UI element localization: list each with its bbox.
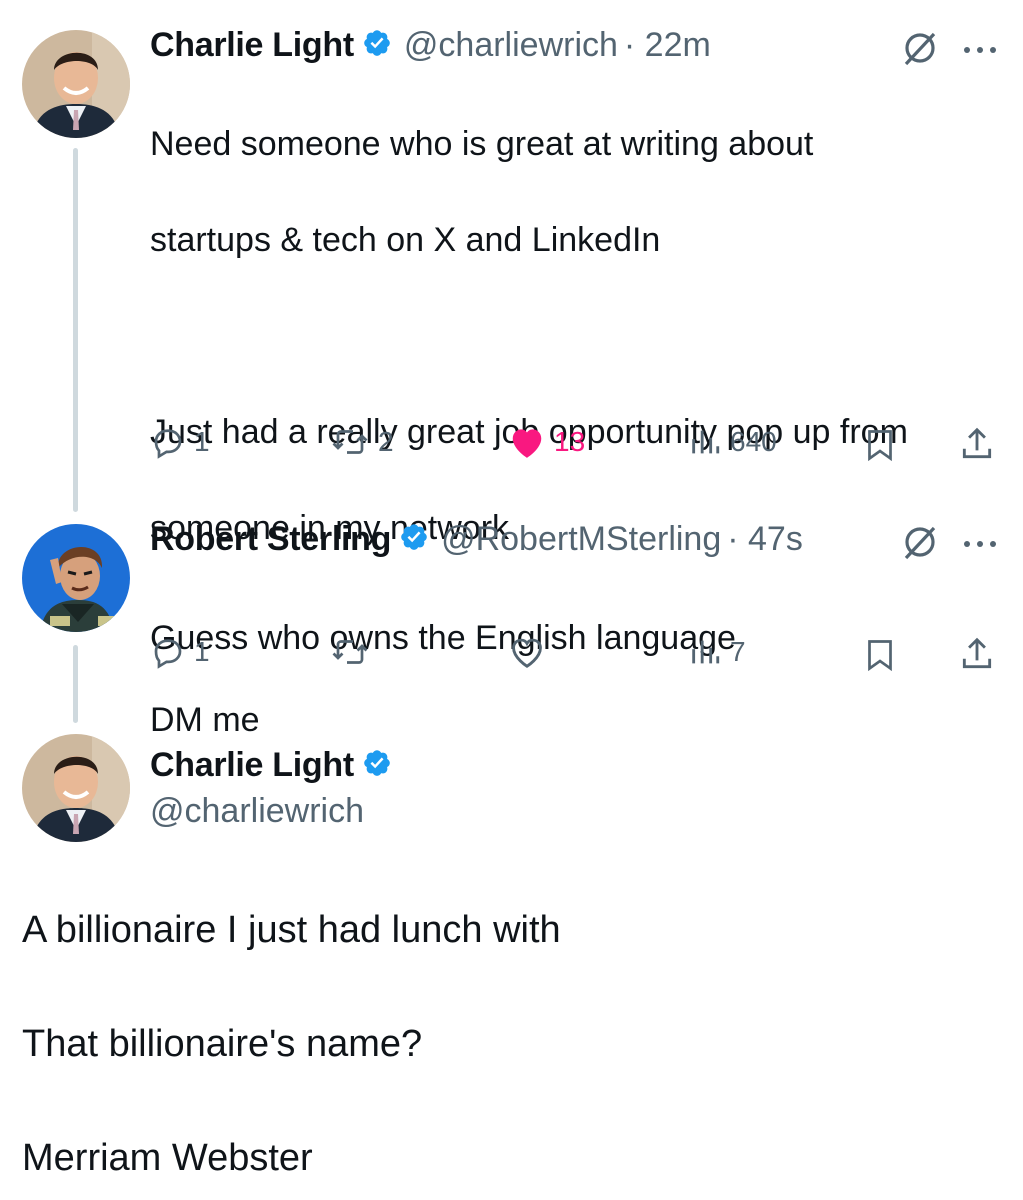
thread-connector bbox=[73, 645, 78, 723]
share-icon[interactable] bbox=[958, 634, 996, 679]
tweet-line: startups & tech on X and LinkedIn bbox=[150, 221, 661, 259]
verified-badge-icon bbox=[362, 28, 392, 63]
view-count: 640 bbox=[730, 426, 777, 457]
verified-badge-icon bbox=[362, 748, 392, 783]
timestamp[interactable]: · 22m bbox=[624, 26, 711, 65]
reply-icon bbox=[154, 429, 182, 459]
reply-icon bbox=[154, 639, 182, 669]
view-count: 7 bbox=[730, 636, 746, 667]
repost-icon bbox=[332, 430, 368, 454]
reply-button[interactable]: 1 bbox=[150, 634, 210, 670]
like-button[interactable] bbox=[508, 634, 546, 670]
reply-button[interactable]: 1 bbox=[150, 424, 210, 460]
author-handle[interactable]: @charliewrich bbox=[404, 26, 618, 65]
more-options-icon[interactable] bbox=[962, 42, 998, 60]
author-handle[interactable]: @RobertMSterling bbox=[441, 520, 721, 559]
focused-tweet-body: A billionaire I just had lunch with That… bbox=[22, 906, 561, 1182]
avatar[interactable] bbox=[22, 734, 130, 842]
views-icon bbox=[692, 640, 720, 664]
bookmark-icon[interactable] bbox=[862, 426, 898, 469]
reply-count: 1 bbox=[194, 426, 210, 457]
repost-icon bbox=[332, 640, 368, 664]
heart-filled-icon bbox=[512, 429, 542, 458]
views-button[interactable]: 7 bbox=[688, 634, 746, 670]
avatar[interactable] bbox=[22, 30, 130, 138]
repost-button[interactable] bbox=[330, 634, 370, 670]
tweet-line: Need someone who is great at writing abo… bbox=[150, 125, 814, 163]
like-button[interactable]: 13 bbox=[508, 424, 585, 460]
repost-button[interactable]: 2 bbox=[330, 424, 394, 460]
share-icon[interactable] bbox=[958, 424, 996, 469]
more-options-icon[interactable] bbox=[962, 536, 998, 554]
avatar[interactable] bbox=[22, 524, 130, 632]
reply-count: 1 bbox=[194, 636, 210, 667]
grok-icon[interactable] bbox=[900, 28, 940, 73]
repost-count: 2 bbox=[378, 426, 394, 457]
tweet-line: That billionaire's name? bbox=[22, 1023, 423, 1065]
author-name[interactable]: Robert Sterling bbox=[150, 520, 391, 559]
tweet-line: Merriam Webster bbox=[22, 1137, 313, 1179]
views-button[interactable]: 640 bbox=[688, 424, 777, 460]
like-count: 13 bbox=[554, 426, 586, 457]
verified-badge-icon bbox=[399, 522, 429, 557]
author-name[interactable]: Charlie Light bbox=[150, 746, 354, 785]
bookmark-icon[interactable] bbox=[862, 636, 898, 679]
tweet-line: A billionaire I just had lunch with bbox=[22, 909, 561, 951]
grok-icon[interactable] bbox=[900, 522, 940, 567]
thread-connector bbox=[73, 148, 78, 512]
timestamp[interactable]: · 47s bbox=[727, 520, 803, 559]
author-name[interactable]: Charlie Light bbox=[150, 26, 354, 65]
heart-outline-icon bbox=[512, 638, 542, 668]
views-icon bbox=[692, 430, 720, 454]
author-handle[interactable]: @charliewrich bbox=[150, 788, 364, 834]
